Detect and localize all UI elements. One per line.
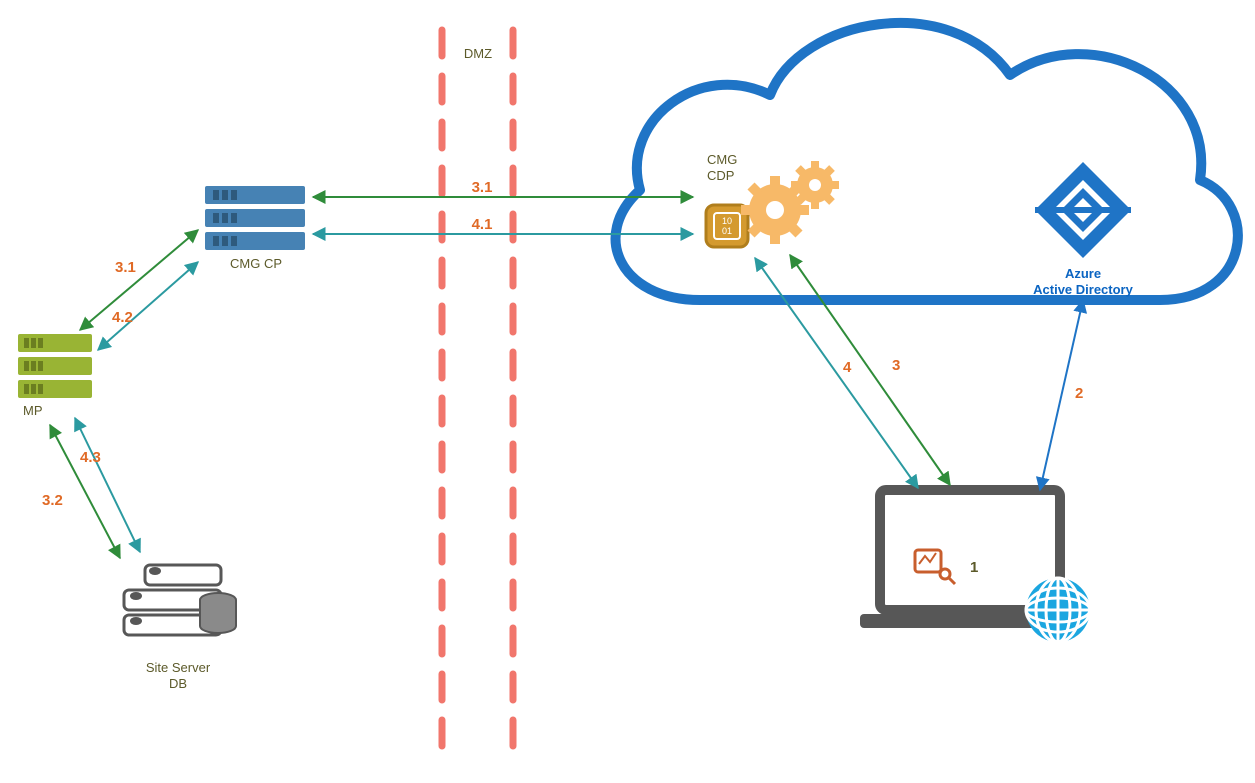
cmgcdp-label-1: CMG bbox=[707, 152, 737, 167]
flow-3-label: 3 bbox=[892, 357, 900, 374]
flow-3-arrow bbox=[790, 255, 950, 485]
siteserver-label-2: DB bbox=[169, 676, 187, 691]
flow-4-2-label: 4.2 bbox=[112, 309, 133, 326]
flow-4-1-label: 4.1 bbox=[472, 216, 493, 233]
svg-text:01: 01 bbox=[722, 226, 732, 236]
cmg-cdp-icon: 10 01 CMG CDP bbox=[706, 152, 839, 247]
flow-4-3-label: 4.3 bbox=[80, 449, 101, 466]
cmgcp-server-icon: CMG CP bbox=[205, 186, 305, 271]
flow-1-label: 1 bbox=[970, 559, 978, 576]
flow-4-2-arrow bbox=[98, 262, 198, 350]
flow-4-label: 4 bbox=[843, 359, 852, 376]
flow-3-2-label: 3.2 bbox=[42, 492, 63, 509]
flow-2-label: 2 bbox=[1075, 385, 1083, 402]
mp-server-icon: MP bbox=[18, 334, 92, 418]
mp-label: MP bbox=[23, 403, 43, 418]
client-laptop-icon: 1 bbox=[860, 490, 1090, 642]
flow-4-3-arrow bbox=[75, 418, 140, 552]
flow-3-1-label-right: 3.1 bbox=[472, 179, 493, 196]
azuread-label-2: Active Directory bbox=[1033, 282, 1133, 297]
dmz-zone: DMZ bbox=[442, 30, 513, 760]
svg-text:10: 10 bbox=[722, 216, 732, 226]
azuread-label-1: Azure bbox=[1065, 266, 1101, 281]
network-diagram: DMZ CMG CP MP Site Server DB bbox=[0, 0, 1255, 783]
cmgcdp-label-2: CDP bbox=[707, 168, 734, 183]
dmz-label: DMZ bbox=[464, 46, 492, 61]
cmgcp-label: CMG CP bbox=[230, 256, 282, 271]
siteserver-label-1: Site Server bbox=[146, 660, 211, 675]
flow-3-1-label-left: 3.1 bbox=[115, 259, 136, 276]
azure-ad-icon: Azure Active Directory bbox=[1033, 162, 1133, 297]
siteserver-icon: Site Server DB bbox=[124, 565, 236, 691]
